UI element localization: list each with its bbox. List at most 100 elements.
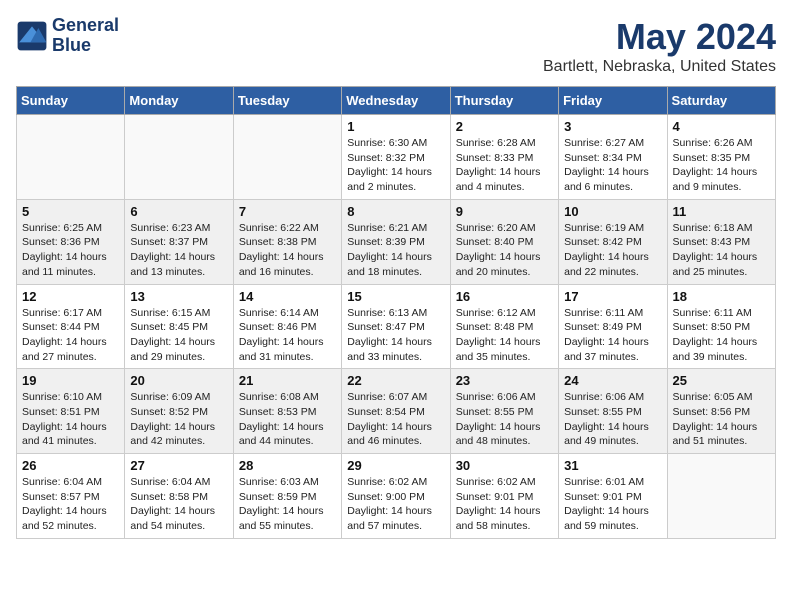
calendar-header-day: Tuesday	[233, 87, 341, 115]
day-number: 11	[673, 204, 770, 219]
cell-line: Daylight: 14 hours	[673, 165, 770, 180]
calendar-body: 1Sunrise: 6:30 AMSunset: 8:32 PMDaylight…	[17, 115, 776, 539]
cell-line: Sunrise: 6:18 AM	[673, 221, 770, 236]
calendar-cell: 12Sunrise: 6:17 AMSunset: 8:44 PMDayligh…	[17, 284, 125, 369]
cell-line: Sunrise: 6:04 AM	[130, 475, 227, 490]
day-number: 25	[673, 373, 770, 388]
calendar-cell: 26Sunrise: 6:04 AMSunset: 8:57 PMDayligh…	[17, 454, 125, 539]
calendar-cell: 19Sunrise: 6:10 AMSunset: 8:51 PMDayligh…	[17, 369, 125, 454]
day-number: 28	[239, 458, 336, 473]
day-number: 31	[564, 458, 661, 473]
cell-line: Sunrise: 6:11 AM	[673, 306, 770, 321]
cell-line: and 55 minutes.	[239, 519, 336, 534]
cell-line: and 51 minutes.	[673, 434, 770, 449]
title-area: May 2024 Bartlett, Nebraska, United Stat…	[543, 16, 776, 76]
cell-line: Daylight: 14 hours	[456, 420, 553, 435]
cell-line: Daylight: 14 hours	[239, 335, 336, 350]
cell-line: Sunset: 8:33 PM	[456, 151, 553, 166]
cell-line: Sunrise: 6:30 AM	[347, 136, 444, 151]
calendar-cell: 22Sunrise: 6:07 AMSunset: 8:54 PMDayligh…	[342, 369, 450, 454]
calendar-week-row: 1Sunrise: 6:30 AMSunset: 8:32 PMDaylight…	[17, 115, 776, 200]
cell-line: Sunrise: 6:10 AM	[22, 390, 119, 405]
calendar-week-row: 5Sunrise: 6:25 AMSunset: 8:36 PMDaylight…	[17, 199, 776, 284]
calendar-cell: 16Sunrise: 6:12 AMSunset: 8:48 PMDayligh…	[450, 284, 558, 369]
logo-icon	[16, 20, 48, 52]
main-title: May 2024	[543, 16, 776, 58]
calendar-cell: 5Sunrise: 6:25 AMSunset: 8:36 PMDaylight…	[17, 199, 125, 284]
cell-line: Sunrise: 6:23 AM	[130, 221, 227, 236]
cell-line: Sunset: 8:55 PM	[564, 405, 661, 420]
calendar-cell: 30Sunrise: 6:02 AMSunset: 9:01 PMDayligh…	[450, 454, 558, 539]
logo-text: General Blue	[52, 16, 119, 56]
cell-line: Sunset: 8:46 PM	[239, 320, 336, 335]
calendar-cell: 9Sunrise: 6:20 AMSunset: 8:40 PMDaylight…	[450, 199, 558, 284]
cell-line: and 54 minutes.	[130, 519, 227, 534]
cell-line: Sunset: 8:54 PM	[347, 405, 444, 420]
cell-line: Sunset: 8:58 PM	[130, 490, 227, 505]
calendar-header-day: Friday	[559, 87, 667, 115]
cell-line: Daylight: 14 hours	[347, 250, 444, 265]
cell-line: and 20 minutes.	[456, 265, 553, 280]
cell-line: Sunrise: 6:14 AM	[239, 306, 336, 321]
calendar-header-day: Saturday	[667, 87, 775, 115]
calendar-cell: 23Sunrise: 6:06 AMSunset: 8:55 PMDayligh…	[450, 369, 558, 454]
day-number: 27	[130, 458, 227, 473]
cell-line: Daylight: 14 hours	[239, 250, 336, 265]
calendar-cell	[17, 115, 125, 200]
cell-line: Sunset: 9:01 PM	[456, 490, 553, 505]
calendar-cell: 2Sunrise: 6:28 AMSunset: 8:33 PMDaylight…	[450, 115, 558, 200]
cell-line: Daylight: 14 hours	[347, 165, 444, 180]
cell-line: Sunset: 8:57 PM	[22, 490, 119, 505]
cell-line: and 22 minutes.	[564, 265, 661, 280]
calendar-cell: 31Sunrise: 6:01 AMSunset: 9:01 PMDayligh…	[559, 454, 667, 539]
cell-line: Sunset: 9:00 PM	[347, 490, 444, 505]
cell-line: and 13 minutes.	[130, 265, 227, 280]
day-number: 12	[22, 289, 119, 304]
calendar-cell: 7Sunrise: 6:22 AMSunset: 8:38 PMDaylight…	[233, 199, 341, 284]
calendar-cell: 21Sunrise: 6:08 AMSunset: 8:53 PMDayligh…	[233, 369, 341, 454]
cell-line: and 31 minutes.	[239, 350, 336, 365]
cell-line: and 41 minutes.	[22, 434, 119, 449]
day-number: 30	[456, 458, 553, 473]
day-number: 20	[130, 373, 227, 388]
calendar-cell: 15Sunrise: 6:13 AMSunset: 8:47 PMDayligh…	[342, 284, 450, 369]
cell-line: and 58 minutes.	[456, 519, 553, 534]
calendar-cell: 13Sunrise: 6:15 AMSunset: 8:45 PMDayligh…	[125, 284, 233, 369]
cell-line: Sunrise: 6:05 AM	[673, 390, 770, 405]
cell-line: Daylight: 14 hours	[130, 420, 227, 435]
cell-line: Sunset: 8:52 PM	[130, 405, 227, 420]
cell-line: Sunrise: 6:17 AM	[22, 306, 119, 321]
cell-line: Daylight: 14 hours	[564, 335, 661, 350]
cell-line: and 33 minutes.	[347, 350, 444, 365]
day-number: 18	[673, 289, 770, 304]
day-number: 4	[673, 119, 770, 134]
cell-line: Sunset: 8:42 PM	[564, 235, 661, 250]
calendar-header-row: SundayMondayTuesdayWednesdayThursdayFrid…	[17, 87, 776, 115]
calendar-cell: 18Sunrise: 6:11 AMSunset: 8:50 PMDayligh…	[667, 284, 775, 369]
calendar-week-row: 12Sunrise: 6:17 AMSunset: 8:44 PMDayligh…	[17, 284, 776, 369]
cell-line: Daylight: 14 hours	[347, 504, 444, 519]
cell-line: Sunrise: 6:08 AM	[239, 390, 336, 405]
cell-line: Sunrise: 6:25 AM	[22, 221, 119, 236]
calendar-cell: 3Sunrise: 6:27 AMSunset: 8:34 PMDaylight…	[559, 115, 667, 200]
cell-line: Sunset: 8:45 PM	[130, 320, 227, 335]
cell-line: and 4 minutes.	[456, 180, 553, 195]
cell-line: Sunset: 8:43 PM	[673, 235, 770, 250]
cell-line: Sunset: 8:36 PM	[22, 235, 119, 250]
cell-line: Sunrise: 6:03 AM	[239, 475, 336, 490]
cell-line: and 27 minutes.	[22, 350, 119, 365]
calendar-cell: 24Sunrise: 6:06 AMSunset: 8:55 PMDayligh…	[559, 369, 667, 454]
cell-line: Sunrise: 6:19 AM	[564, 221, 661, 236]
calendar-cell: 10Sunrise: 6:19 AMSunset: 8:42 PMDayligh…	[559, 199, 667, 284]
cell-line: Daylight: 14 hours	[456, 250, 553, 265]
cell-line: Sunrise: 6:06 AM	[456, 390, 553, 405]
calendar-cell: 8Sunrise: 6:21 AMSunset: 8:39 PMDaylight…	[342, 199, 450, 284]
cell-line: Daylight: 14 hours	[347, 335, 444, 350]
cell-line: and 57 minutes.	[347, 519, 444, 534]
cell-line: and 18 minutes.	[347, 265, 444, 280]
day-number: 23	[456, 373, 553, 388]
cell-line: Sunrise: 6:27 AM	[564, 136, 661, 151]
day-number: 13	[130, 289, 227, 304]
calendar-cell	[667, 454, 775, 539]
calendar-cell: 14Sunrise: 6:14 AMSunset: 8:46 PMDayligh…	[233, 284, 341, 369]
